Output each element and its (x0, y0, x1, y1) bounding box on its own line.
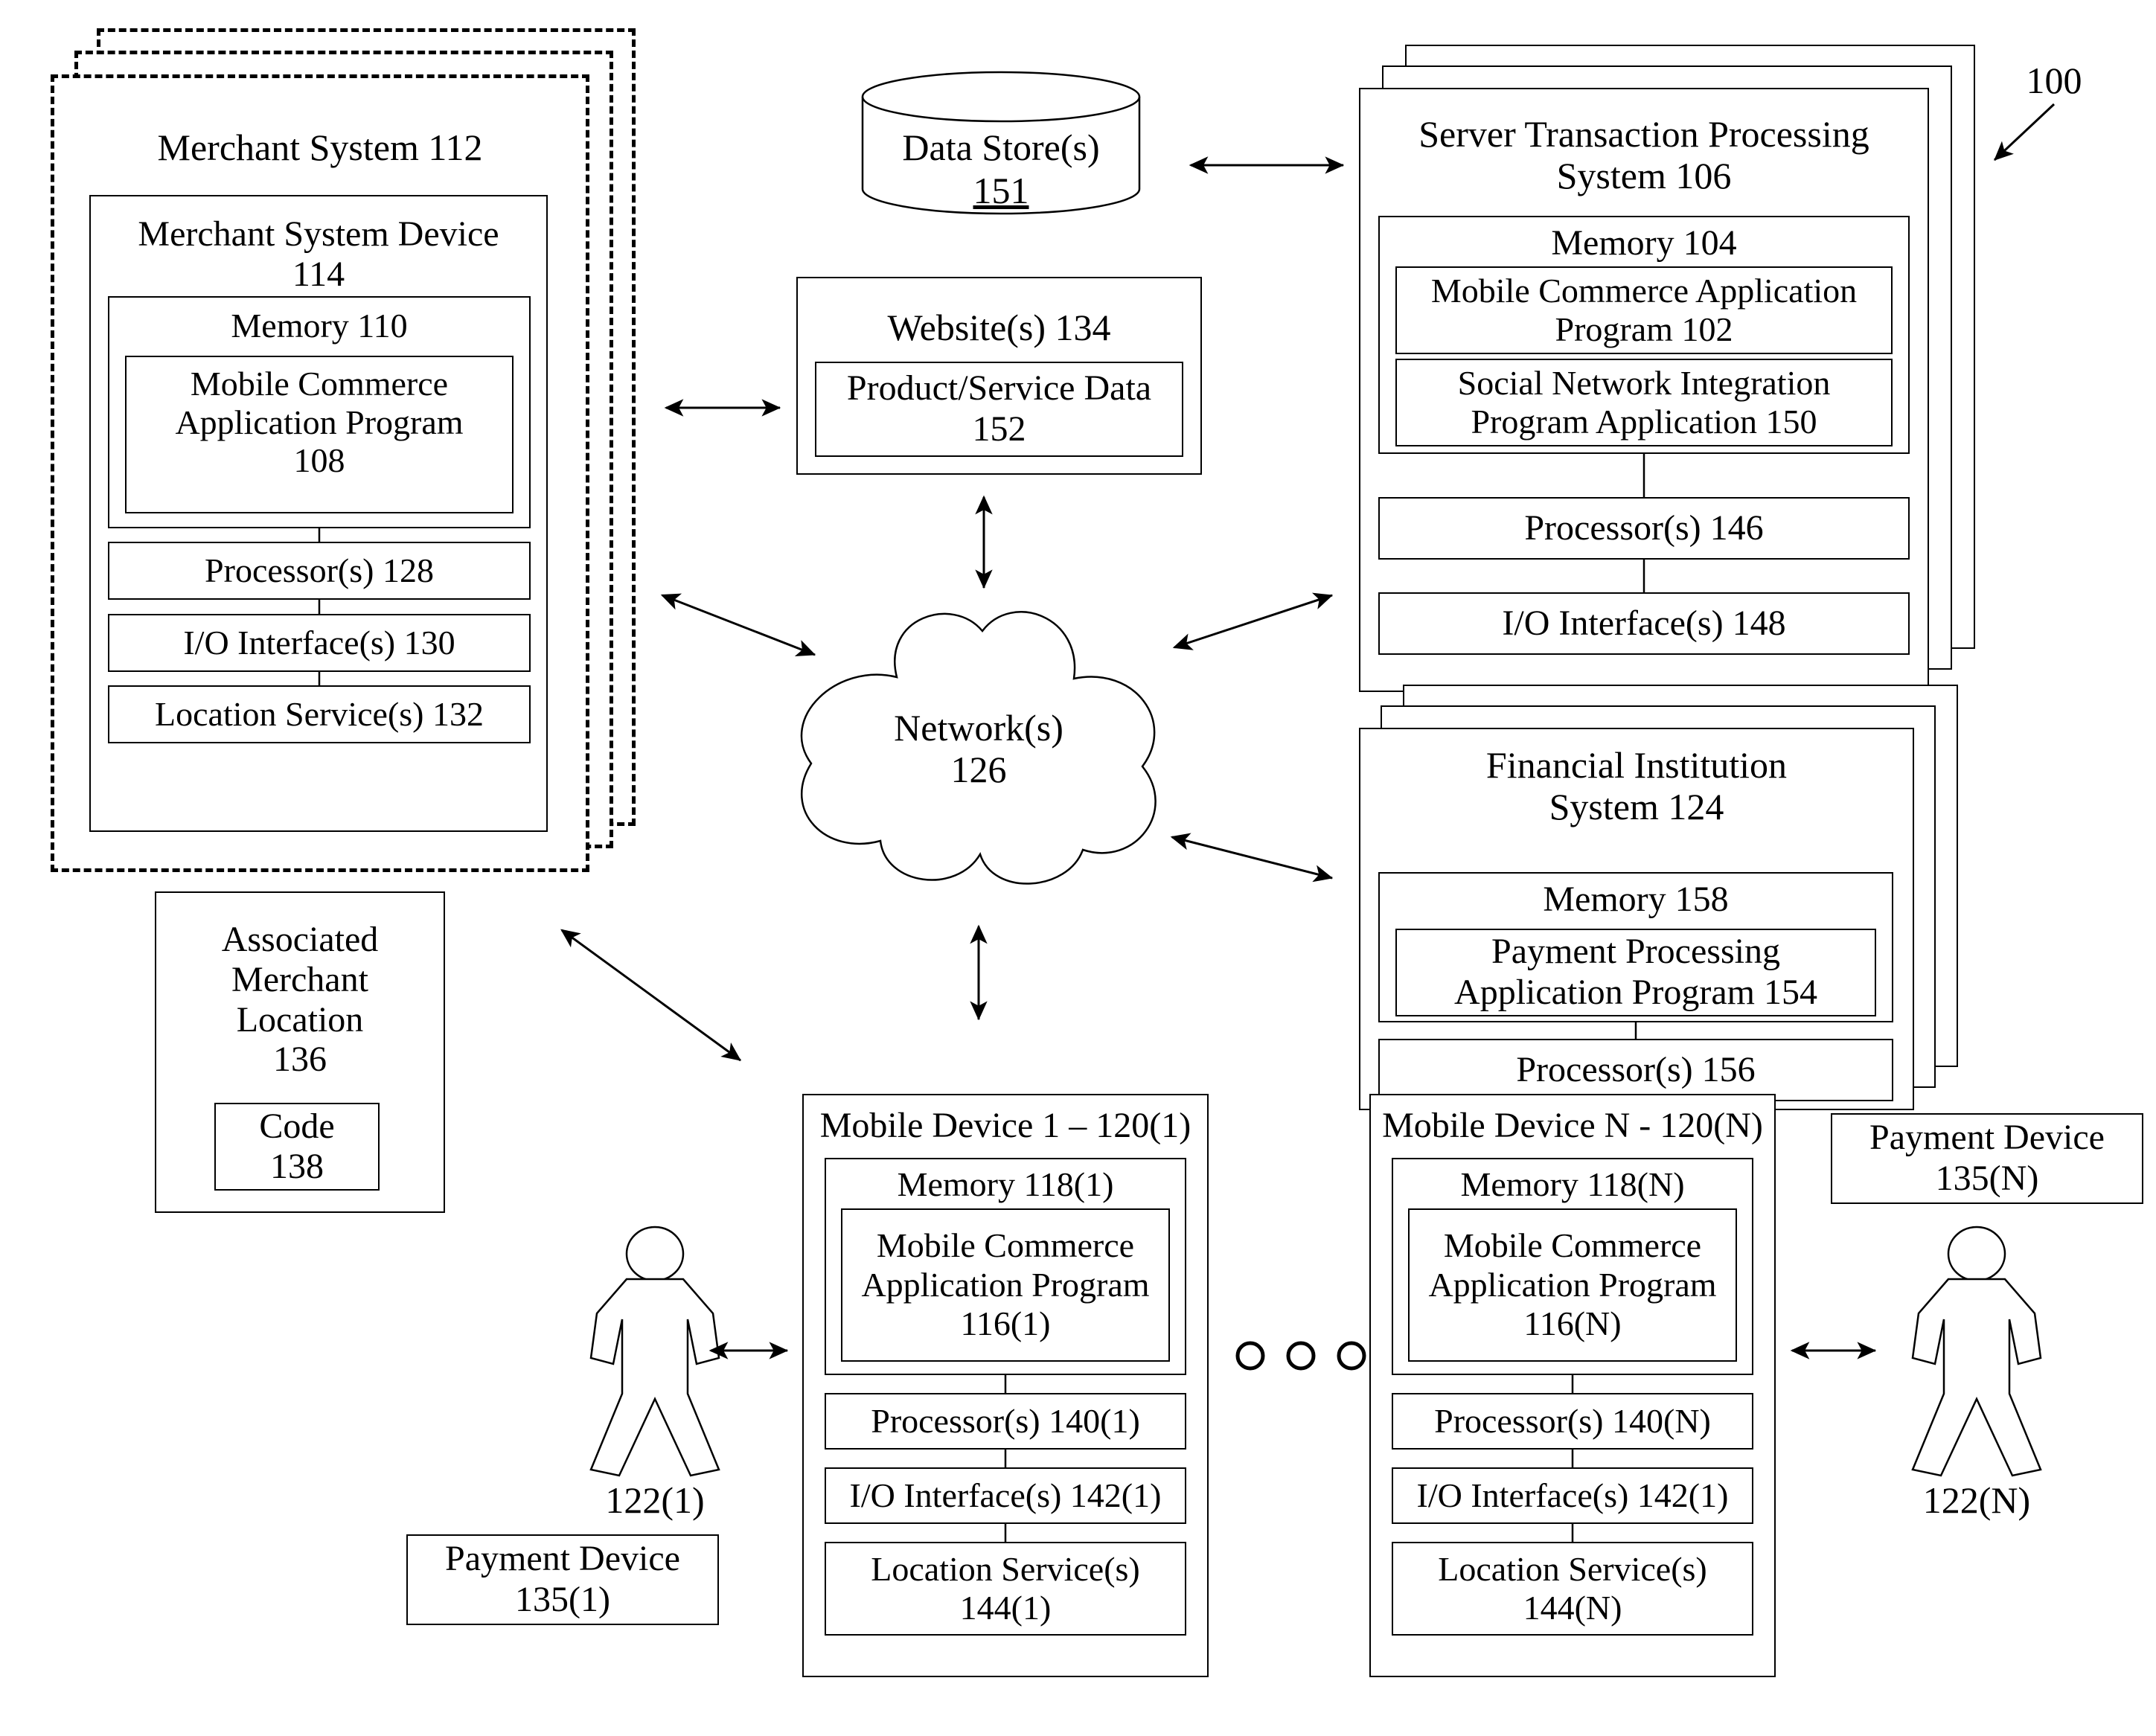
mobile-device-ellipsis (1235, 1339, 1369, 1372)
merchant-processor-label: Processor(s) 128 (205, 551, 434, 590)
mobile-device-1-location-service-label: Location Service(s) 144(1) (871, 1549, 1140, 1627)
mobile-device-1-processor-box: Processor(s) 140(1) (825, 1393, 1186, 1450)
server-memory-title: Memory 104 (1551, 223, 1737, 263)
figure-reference-numeral: 100 (2026, 60, 2082, 101)
mobile-device-n-location-service-label: Location Service(s) 144(N) (1438, 1549, 1707, 1627)
mobile-device-n-title: Mobile Device N - 120(N) (1382, 1106, 1763, 1145)
user-n-figure (1902, 1224, 2051, 1477)
payment-processing-program-label: Payment Processing Application Program 1… (1454, 932, 1817, 1012)
server-social-network-program-box: Social Network Integration Program Appli… (1395, 359, 1893, 446)
payment-device-1-box: Payment Device 135(1) (406, 1534, 719, 1625)
mobile-device-1-memory-title: Memory 118(1) (897, 1165, 1114, 1203)
merchant-location-code-box: Code 138 (214, 1103, 380, 1191)
patent-figure-diagram: Merchant System 112 Merchant System Devi… (0, 0, 2156, 1736)
financial-processor-label: Processor(s) 156 (1516, 1050, 1756, 1090)
network-label: Network(s) 126 (894, 707, 1063, 790)
mobile-device-1-program-label: Mobile Commerce Application Program 116(… (861, 1226, 1150, 1343)
merchant-mobile-commerce-program-label: Mobile Commerce Application Program 108 (175, 365, 464, 480)
mobile-device-1-location-service-box: Location Service(s) 144(1) (825, 1542, 1186, 1636)
product-service-data-box: Product/Service Data 152 (815, 362, 1183, 457)
associated-merchant-location-title: Associated Merchant Location 136 (221, 920, 379, 1080)
data-store-numeral: 151 (973, 170, 1029, 211)
arrow-network-to-merchant-location (560, 929, 741, 1062)
ellipsis-circles-icon (1235, 1341, 1366, 1371)
payment-device-n-label: Payment Device 135(N) (1869, 1118, 2105, 1198)
mobile-device-n-processor-box: Processor(s) 140(N) (1392, 1393, 1753, 1450)
merchant-io-interface-box: I/O Interface(s) 130 (108, 614, 531, 672)
mobile-device-n-memory-title: Memory 118(N) (1460, 1165, 1685, 1203)
server-io-interface-box: I/O Interface(s) 148 (1378, 592, 1910, 655)
mobile-device-n-program-box: Mobile Commerce Application Program 116(… (1408, 1208, 1737, 1362)
payment-device-1-label: Payment Device 135(1) (445, 1539, 680, 1619)
person-icon (1911, 1226, 2042, 1477)
merchant-location-service-box: Location Service(s) 132 (108, 685, 531, 743)
mobile-device-n-processor-label: Processor(s) 140(N) (1434, 1402, 1711, 1441)
mobile-device-n-location-service-box: Location Service(s) 144(N) (1392, 1542, 1753, 1636)
merchant-io-interface-label: I/O Interface(s) 130 (183, 624, 455, 662)
user-1-figure (580, 1224, 729, 1477)
mobile-device-1-program-box: Mobile Commerce Application Program 116(… (841, 1208, 1170, 1362)
arrow-network-to-server (1172, 592, 1334, 650)
user-1-numeral: 122(1) (605, 1479, 705, 1521)
server-mobile-commerce-program-box: Mobile Commerce Application Program 102 (1395, 266, 1893, 354)
financial-processor-box: Processor(s) 156 (1378, 1039, 1893, 1101)
mobile-device-1-processor-label: Processor(s) 140(1) (871, 1402, 1140, 1441)
figure-reference-leader (1993, 103, 2056, 161)
mobile-device-n-io-interface-box: I/O Interface(s) 142(1) (1392, 1467, 1753, 1524)
merchant-system-device-title: Merchant System Device 114 (138, 214, 499, 294)
server-io-interface-label: I/O Interface(s) 148 (1502, 603, 1786, 644)
server-processor-label: Processor(s) 146 (1524, 508, 1764, 548)
merchant-processor-box: Processor(s) 128 (108, 542, 531, 600)
payment-device-n-box: Payment Device 135(N) (1831, 1113, 2143, 1204)
person-icon (589, 1226, 720, 1477)
server-mobile-commerce-program-label: Mobile Commerce Application Program 102 (1430, 271, 1858, 348)
payment-processing-program-box: Payment Processing Application Program 1… (1395, 929, 1876, 1016)
user-n-numeral: 122(N) (1922, 1479, 2031, 1521)
server-system-title: Server Transaction Processing System 106 (1418, 113, 1869, 196)
data-store-label: Data Store(s) (902, 126, 1100, 168)
merchant-location-code-label: Code 138 (259, 1106, 335, 1186)
financial-system-title: Financial Institution System 124 (1485, 744, 1788, 827)
server-processor-box: Processor(s) 146 (1378, 497, 1910, 560)
merchant-memory-title: Memory 110 (231, 307, 408, 345)
product-service-data-label: Product/Service Data 152 (846, 368, 1152, 449)
mobile-device-n-program-label: Mobile Commerce Application Program 116(… (1428, 1226, 1717, 1343)
mobile-device-1-io-interface-box: I/O Interface(s) 142(1) (825, 1467, 1186, 1524)
mobile-device-n-io-interface-label: I/O Interface(s) 142(1) (1416, 1476, 1729, 1515)
mobile-device-1-io-interface-label: I/O Interface(s) 142(1) (849, 1476, 1162, 1515)
arrow-network-to-financial (1170, 833, 1334, 883)
server-social-network-program-label: Social Network Integration Program Appli… (1457, 363, 1831, 441)
mobile-device-1-title: Mobile Device 1 – 120(1) (819, 1106, 1191, 1145)
websites-title: Website(s) 134 (887, 307, 1111, 348)
merchant-location-service-label: Location Service(s) 132 (155, 695, 484, 734)
merchant-system-title: Merchant System 112 (157, 126, 483, 168)
financial-memory-title: Memory 158 (1543, 880, 1729, 919)
